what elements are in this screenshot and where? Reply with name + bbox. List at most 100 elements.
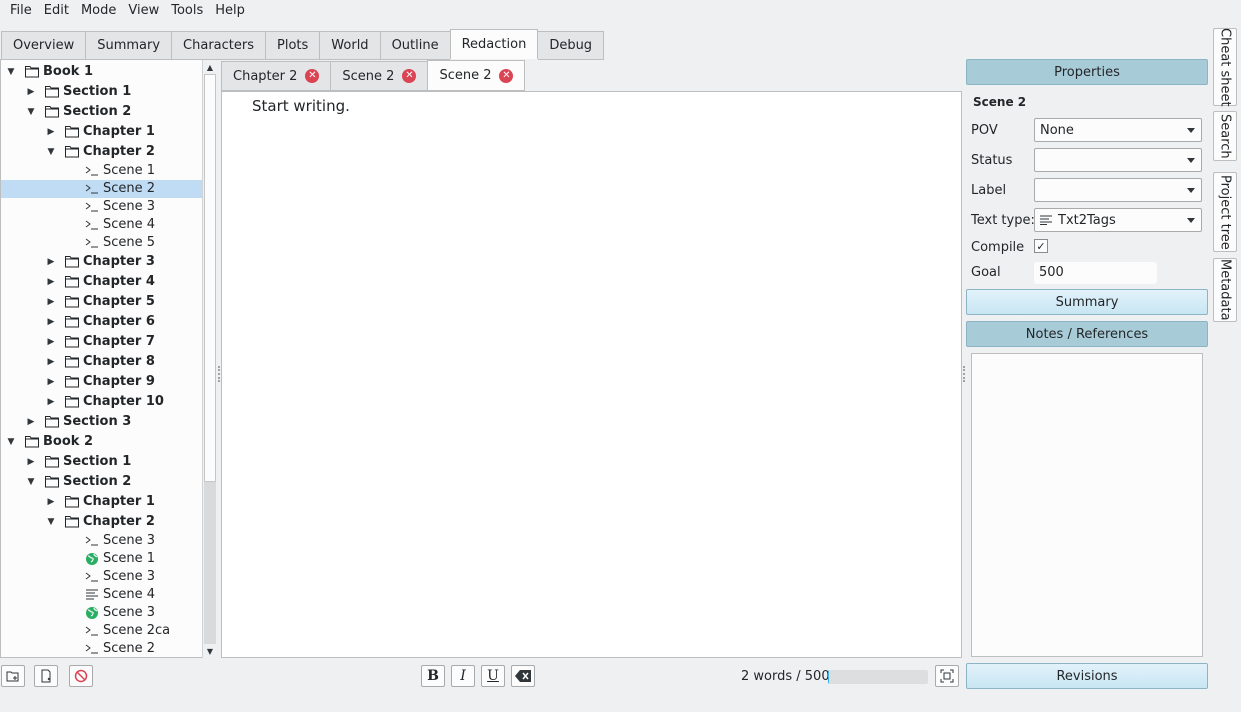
pov-select[interactable]: None [1034,118,1202,142]
underline-button[interactable]: U [481,665,505,687]
tab-outline[interactable]: Outline [379,31,450,60]
fullscreen-button[interactable] [935,665,959,687]
scroll-track[interactable] [204,482,216,644]
close-icon[interactable]: ✕ [305,69,320,83]
scroll-thumb[interactable] [204,74,216,482]
menu-help[interactable]: Help [209,0,251,22]
expand-arrow-icon[interactable]: ▼ [5,436,17,448]
menu-mode[interactable]: Mode [75,0,122,22]
tree-scene-item[interactable]: Scene 3 [1,604,203,622]
bold-button[interactable]: B [421,665,445,687]
text-editor[interactable]: Start writing. [221,91,962,658]
project-tree[interactable]: ▼ Book 1 ▶ Section 1 ▼ Section 2 ▶ Chapter 1 ▼ Ch… [0,59,216,658]
collapse-arrow-icon[interactable]: ▶ [45,356,57,368]
tree-folder-item[interactable]: ▼ Chapter 2 [1,142,203,162]
tree-scene-item[interactable]: Scene 4 [1,216,203,234]
compile-checkbox[interactable]: ✓ [1034,239,1048,253]
status-select[interactable] [1034,148,1202,172]
tree-folder-item[interactable]: ▶ Chapter 1 [1,492,203,512]
tree-folder-item[interactable]: ▼ Book 2 [1,432,203,452]
scroll-down-icon[interactable]: ▼ [203,645,217,657]
delete-item-button[interactable] [69,665,93,687]
expand-arrow-icon[interactable]: ▼ [5,66,17,78]
close-icon[interactable]: ✕ [402,69,417,83]
side-tab-search[interactable]: Search [1213,111,1237,161]
expand-arrow-icon[interactable]: ▼ [45,516,57,528]
add-folder-button[interactable] [1,665,25,687]
tree-folder-item[interactable]: ▶ Chapter 6 [1,312,203,332]
properties-header[interactable]: Properties [966,59,1208,85]
tree-scene-item[interactable]: Scene 2 [1,180,203,198]
tree-scene-item[interactable]: Scene 3 [1,568,203,586]
menu-edit[interactable]: Edit [38,0,75,22]
tab-debug[interactable]: Debug [538,31,605,60]
collapse-arrow-icon[interactable]: ▶ [25,416,37,428]
splitter-handle[interactable] [963,366,965,382]
label-select[interactable] [1034,178,1202,202]
tree-scene-item[interactable]: Scene 1 [1,550,203,568]
notes-textarea[interactable] [971,353,1203,657]
splitter-handle[interactable] [218,366,220,382]
tree-folder-item[interactable]: ▶ Section 1 [1,82,203,102]
collapse-arrow-icon[interactable]: ▶ [45,296,57,308]
tree-scene-item[interactable]: Scene 3 [1,532,203,550]
scroll-up-icon[interactable]: ▲ [203,61,217,73]
tree-folder-item[interactable]: ▶ Chapter 7 [1,332,203,352]
tree-scene-item[interactable]: Scene 5 [1,234,203,252]
tree-folder-item[interactable]: ▶ Chapter 9 [1,372,203,392]
tree-folder-item[interactable]: ▶ Chapter 3 [1,252,203,272]
tree-folder-item[interactable]: ▶ Chapter 10 [1,392,203,412]
collapse-arrow-icon[interactable]: ▶ [45,376,57,388]
tab-redaction[interactable]: Redaction [449,29,539,59]
expand-arrow-icon[interactable]: ▼ [45,146,57,158]
collapse-arrow-icon[interactable]: ▶ [25,456,37,468]
side-tab-project-tree[interactable]: Project tree [1213,172,1237,252]
goal-input[interactable]: 500 [1034,262,1157,284]
tree-folder-item[interactable]: ▼ Chapter 2 [1,512,203,532]
notes-button[interactable]: Notes / References [966,321,1208,347]
menu-file[interactable]: File [4,0,38,22]
editor-tab-active[interactable]: Scene 2 ✕ [427,60,526,91]
tree-folder-item[interactable]: ▶ Section 1 [1,452,203,472]
collapse-arrow-icon[interactable]: ▶ [45,496,57,508]
tab-characters[interactable]: Characters [171,31,266,60]
summary-button[interactable]: Summary [966,289,1208,315]
tree-scene-item[interactable]: Scene 2ca [1,622,203,640]
italic-button[interactable]: I [451,665,475,687]
side-tab-metadata[interactable]: Metadata [1213,258,1237,322]
collapse-arrow-icon[interactable]: ▶ [45,276,57,288]
collapse-arrow-icon[interactable]: ▶ [45,316,57,328]
side-tab-cheat-sheet[interactable]: Cheat sheet [1213,28,1237,106]
tree-folder-item[interactable]: ▼ Section 2 [1,472,203,492]
expand-arrow-icon[interactable]: ▼ [25,476,37,488]
expand-arrow-icon[interactable]: ▼ [25,106,37,118]
collapse-arrow-icon[interactable]: ▶ [45,256,57,268]
tree-folder-item[interactable]: ▶ Section 3 [1,412,203,432]
menu-view[interactable]: View [122,0,165,22]
tree-folder-item[interactable]: ▶ Chapter 8 [1,352,203,372]
add-text-button[interactable] [34,665,58,687]
tree-scene-item[interactable]: Scene 2 [1,640,203,657]
editor-tab[interactable]: Scene 2 ✕ [330,61,428,91]
tab-world[interactable]: World [319,31,380,60]
tree-folder-item[interactable]: ▼ Book 1 [1,62,203,82]
tree-folder-item[interactable]: ▶ Chapter 1 [1,122,203,142]
collapse-arrow-icon[interactable]: ▶ [45,126,57,138]
clear-format-button[interactable] [511,665,535,687]
tab-summary[interactable]: Summary [85,31,172,60]
tree-scene-item[interactable]: Scene 4 [1,586,203,604]
tab-overview[interactable]: Overview [1,31,86,60]
tab-plots[interactable]: Plots [265,31,320,60]
tree-folder-item[interactable]: ▶ Chapter 5 [1,292,203,312]
collapse-arrow-icon[interactable]: ▶ [45,396,57,408]
tree-scrollbar[interactable]: ▲ ▼ [202,60,216,658]
revisions-button[interactable]: Revisions [966,663,1208,689]
tree-scene-item[interactable]: Scene 3 [1,198,203,216]
close-icon[interactable]: ✕ [499,68,514,83]
text-type-select[interactable]: Txt2Tags [1034,208,1202,232]
tree-folder-item[interactable]: ▶ Chapter 4 [1,272,203,292]
collapse-arrow-icon[interactable]: ▶ [25,86,37,98]
tree-scene-item[interactable]: Scene 1 [1,162,203,180]
menu-tools[interactable]: Tools [165,0,209,22]
tree-folder-item[interactable]: ▼ Section 2 [1,102,203,122]
